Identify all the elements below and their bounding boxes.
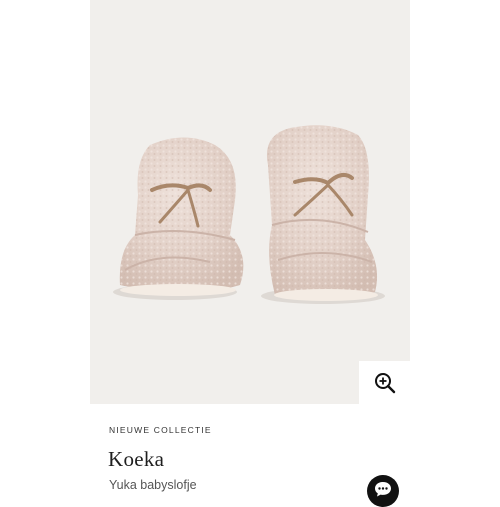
- left-bootie: [119, 137, 244, 296]
- zoom-in-icon: [374, 372, 396, 394]
- product-name: Yuka babyslofje: [109, 478, 197, 492]
- zoom-button[interactable]: [359, 361, 410, 404]
- brand-name[interactable]: Koeka: [108, 447, 164, 472]
- baby-booties-photo: [113, 125, 385, 304]
- chat-button[interactable]: [367, 475, 399, 507]
- product-image[interactable]: [90, 0, 410, 404]
- right-bootie: [266, 125, 378, 301]
- collection-label: NIEUWE COLLECTIE: [109, 425, 212, 435]
